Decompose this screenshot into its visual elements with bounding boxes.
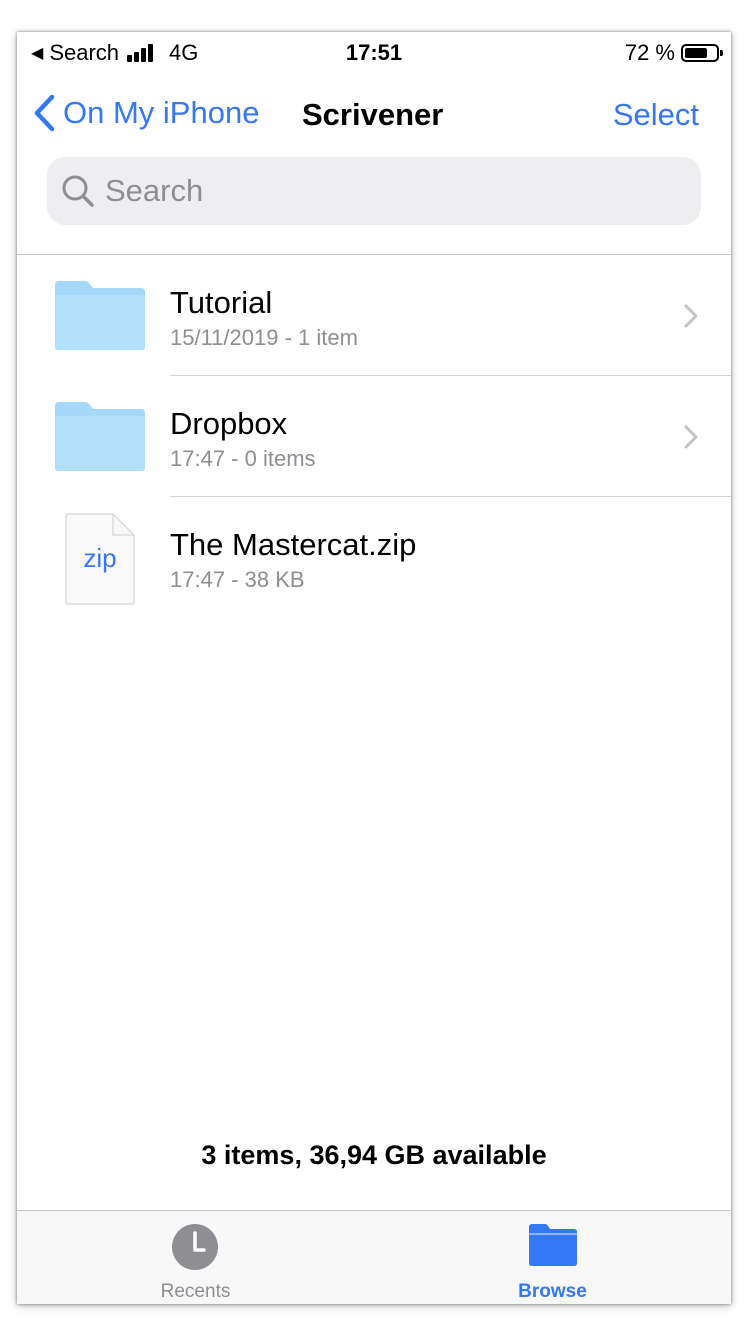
chevron-left-icon (34, 94, 55, 132)
file-name: Tutorial (170, 285, 273, 320)
tab-bar: Recents Browse (17, 1210, 731, 1304)
navigation-bar: On My iPhone Scrivener Select (17, 88, 731, 144)
battery-tip (720, 50, 723, 56)
clock-icon (172, 1224, 218, 1270)
list-item-mastercat-zip[interactable]: zip The Mastercat.zip 17:47 - 38 KB (17, 497, 731, 618)
list-item-tutorial[interactable]: Tutorial 15/11/2019 - 1 item (17, 255, 731, 376)
search-input[interactable] (105, 173, 665, 209)
tab-browse[interactable]: Browse (374, 1211, 731, 1304)
app-window: ◀ Search 4G 17:51 72 % On My iPhone Scri… (17, 32, 731, 1304)
back-button-label: On My iPhone (63, 95, 260, 130)
page-title: Scrivener (302, 97, 444, 132)
tab-label: Browse (518, 1281, 587, 1302)
file-meta: 17:47 - 0 items (170, 446, 316, 471)
tab-recents[interactable]: Recents (17, 1211, 374, 1304)
list-item-dropbox[interactable]: Dropbox 17:47 - 0 items (17, 376, 731, 497)
search-bar[interactable] (47, 157, 701, 225)
file-meta: 15/11/2019 - 1 item (170, 325, 358, 350)
chevron-right-icon (684, 425, 698, 449)
select-button[interactable]: Select (613, 97, 699, 133)
back-button[interactable]: On My iPhone (33, 94, 259, 132)
status-bar: ◀ Search 4G 17:51 72 % (17, 32, 731, 72)
zip-icon-label: zip (83, 543, 117, 573)
folder-icon (529, 1224, 577, 1266)
file-list: Tutorial 15/11/2019 - 1 item Dropbox 17:… (17, 255, 731, 618)
storage-summary: 3 items, 36,94 GB available (201, 1140, 547, 1170)
folder-icon (55, 402, 145, 471)
tab-label: Recents (160, 1281, 231, 1302)
battery-fill (685, 48, 707, 58)
file-name: The Mastercat.zip (170, 527, 417, 562)
battery-percent: 72 % (624, 40, 675, 65)
folder-icon (55, 281, 145, 350)
file-meta: 17:47 - 38 KB (170, 567, 305, 592)
status-right: 72 % (624, 40, 723, 66)
chevron-right-icon (684, 304, 698, 328)
battery-icon (681, 44, 723, 62)
file-name: Dropbox (170, 406, 288, 441)
search-icon (62, 175, 94, 207)
